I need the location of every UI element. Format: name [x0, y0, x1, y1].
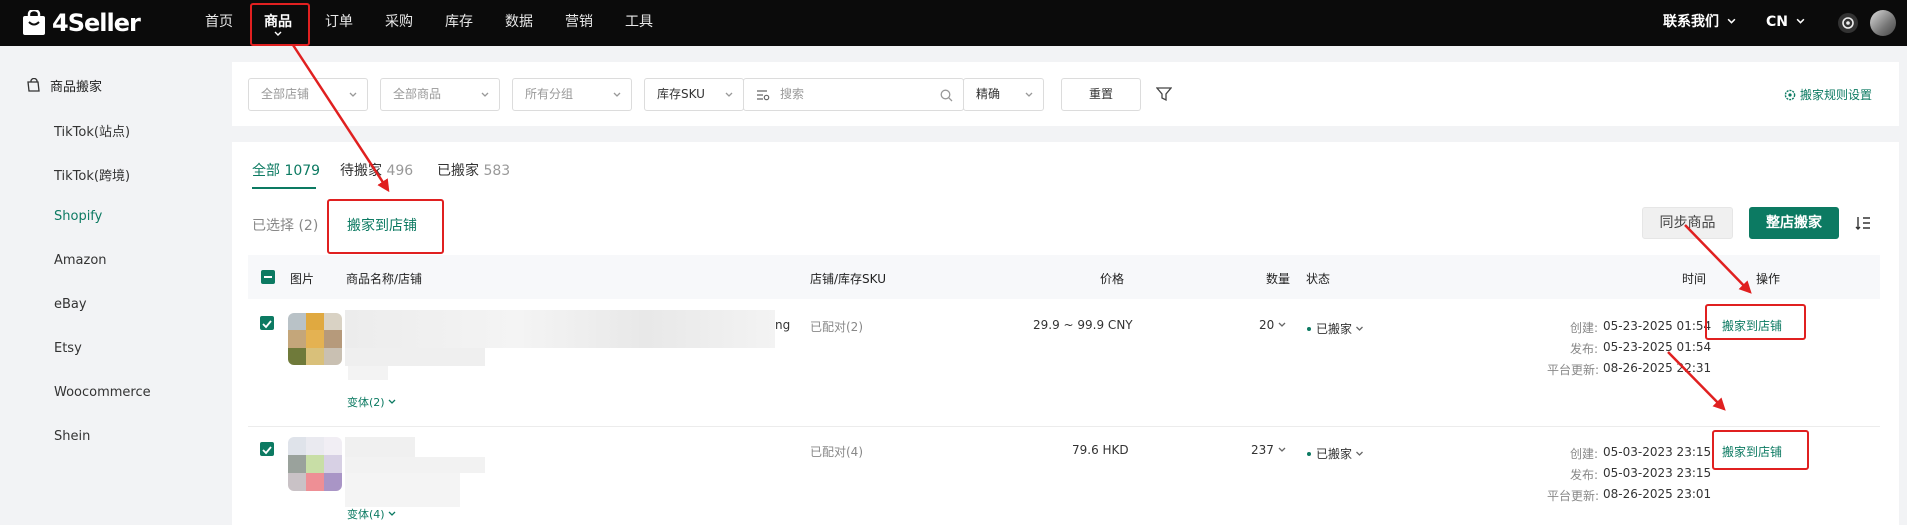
annotation-arrows [291, 44, 1752, 411]
annotation-arrow [1684, 224, 1752, 294]
annotation-arrow [1667, 351, 1726, 411]
annotation-arrow [291, 44, 390, 193]
